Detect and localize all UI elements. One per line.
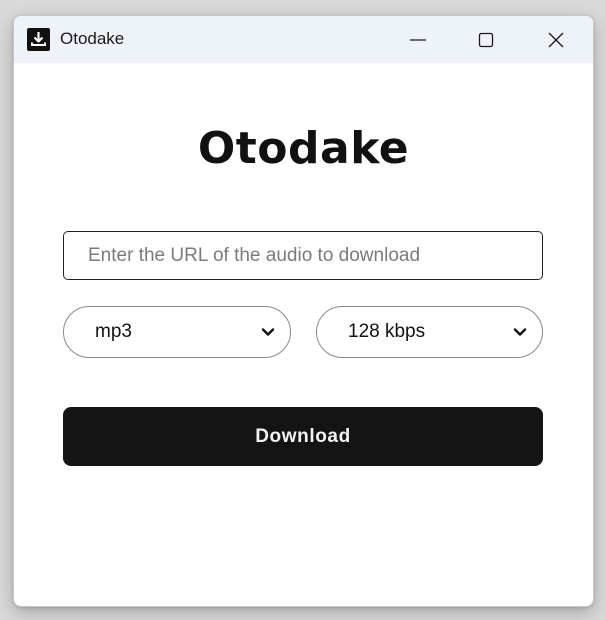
- download-button-label: Download: [255, 425, 351, 447]
- format-select-value: mp3: [95, 321, 132, 342]
- app-window: Otodake Otodake mp3 128 kbps: [13, 15, 594, 607]
- url-input[interactable]: [63, 231, 543, 280]
- close-button[interactable]: [533, 16, 579, 63]
- maximize-button[interactable]: [463, 16, 509, 63]
- chevron-down-icon: [260, 324, 276, 340]
- title-bar[interactable]: Otodake: [14, 16, 593, 63]
- download-button[interactable]: Download: [63, 407, 543, 466]
- chevron-down-icon: [512, 324, 528, 340]
- bitrate-select[interactable]: 128 kbps: [316, 306, 543, 358]
- maximize-icon: [478, 32, 494, 47]
- window-title: Otodake: [60, 29, 125, 48]
- close-icon: [548, 32, 564, 47]
- minimize-icon: [410, 38, 426, 41]
- bitrate-select-value: 128 kbps: [348, 321, 426, 342]
- minimize-button[interactable]: [395, 16, 441, 63]
- download-icon: [27, 28, 50, 51]
- format-select[interactable]: mp3: [63, 306, 291, 358]
- page-title: Otodake: [197, 123, 410, 174]
